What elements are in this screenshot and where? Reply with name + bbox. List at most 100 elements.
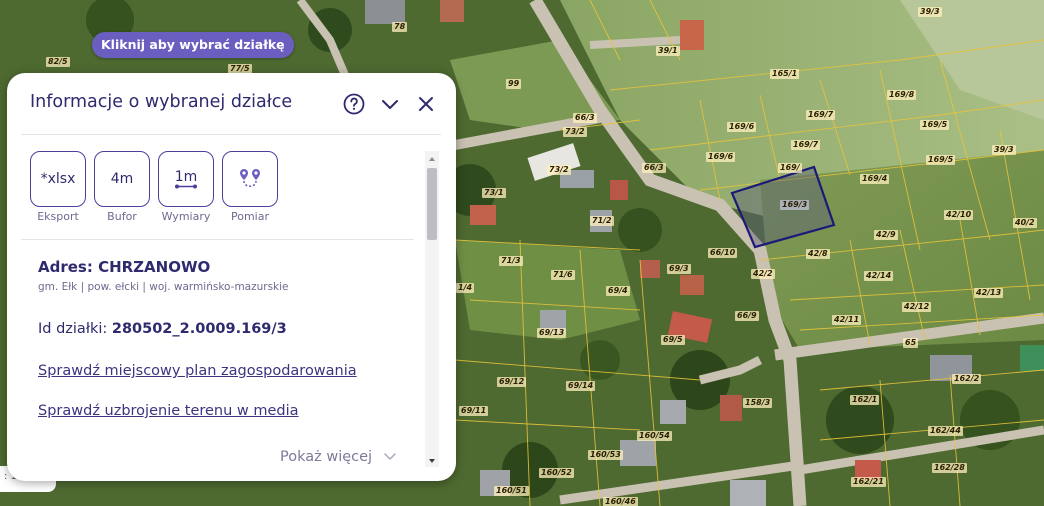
close-button[interactable] (414, 92, 438, 116)
parcel-number-label: 162/1 (850, 395, 880, 405)
parcel-number-label: 82/5 (46, 57, 70, 67)
parcel-number-label: 73/1 (482, 188, 506, 198)
parcel-number-label: 169/ (778, 163, 802, 173)
parcel-number-label: 169/5 (920, 120, 950, 130)
buffer-tool[interactable]: 4m Bufor (94, 151, 150, 223)
scroll-up-arrow-icon (429, 157, 435, 161)
parcel-number-label: 169/7 (791, 140, 821, 150)
parcel-number-label: 162/2 (952, 374, 982, 384)
address-admin-units: gm. Ełk | pow. ełcki | woj. warmińsko-ma… (38, 281, 289, 293)
parcel-number-label: 158/3 (743, 398, 773, 408)
parcel-number-label: 40/2 (1013, 218, 1037, 228)
address-heading: Adres: CHRZANOWO (38, 258, 211, 276)
parcel-number-label: 169/3 (780, 200, 810, 210)
parcel-number-label: 169/4 (860, 174, 890, 184)
panel-header: Informacje o wybranej działce (7, 73, 456, 135)
export-tool[interactable]: *xlsx Eksport (30, 151, 86, 223)
parcel-number-label: 42/11 (832, 315, 862, 325)
dimensions-icon: 1m (174, 168, 198, 185)
parcel-number-label: 71/6 (551, 270, 575, 280)
measure-label: Pomiar (230, 210, 269, 223)
panel-body: *xlsx Eksport 4m Bufor 1m Wymiary Pomiar… (7, 135, 425, 481)
parcel-id-label: Id działki: (38, 321, 112, 337)
parcel-number-label: 42/12 (902, 302, 932, 312)
measure-tool[interactable]: Pomiar (222, 151, 278, 223)
parcel-number-label: 69/14 (566, 381, 596, 391)
close-icon (419, 97, 433, 111)
parcel-number-label: 162/28 (932, 463, 967, 473)
parcel-number-label: 99 (506, 79, 522, 89)
scroll-down-button[interactable] (425, 453, 439, 467)
parcel-number-label: 42/14 (864, 271, 894, 281)
scroll-down-arrow-icon (429, 459, 435, 463)
parcel-number-label: 73/2 (547, 165, 571, 175)
parcel-number-label: 169/8 (887, 90, 917, 100)
parcel-number-label: 162/21 (851, 477, 886, 487)
buffer-label: Bufor (107, 210, 137, 223)
parcel-number-label: 69/5 (661, 335, 685, 345)
parcel-number-label: 39/1 (656, 46, 680, 56)
dimension-line-icon (175, 184, 197, 188)
parcel-number-label: 66/10 (708, 248, 738, 258)
parcel-id-row: Id działki: 280502_2.0009.169/3 (38, 321, 287, 337)
show-more-button[interactable]: Pokaż więcej (280, 449, 397, 465)
parcel-number-label: 71/3 (499, 256, 523, 266)
chevron-down-icon (383, 453, 396, 461)
parcel-number-label: 39/3 (918, 7, 942, 17)
parcel-number-label: 39/3 (992, 145, 1016, 155)
parcel-number-label: 169/6 (727, 122, 757, 132)
show-more-label: Pokaż więcej (280, 449, 373, 465)
export-xlsx-button[interactable]: *xlsx (30, 151, 86, 207)
tools-divider (21, 239, 414, 240)
parcel-number-label: 169/7 (806, 110, 836, 120)
zoning-plan-link[interactable]: Sprawdź miejscowy plan zagospodarowania (38, 363, 357, 379)
parcel-number-label: 160/54 (637, 431, 672, 441)
chevron-down-icon (382, 100, 398, 109)
parcel-id-value: 280502_2.0009.169/3 (111, 321, 287, 337)
parcel-number-label: 69/3 (667, 264, 691, 274)
parcel-number-label: 1/4 (456, 283, 475, 293)
panel-title: Informacje o wybranej działce (30, 92, 293, 112)
parcel-number-label: 71/2 (590, 216, 614, 226)
select-parcel-tooltip: Kliknij aby wybrać działkę (92, 32, 294, 58)
parcel-number-label: 66/3 (573, 113, 597, 123)
parcel-number-label: 42/13 (974, 288, 1004, 298)
parcel-info-panel: Informacje o wybranej działce *xlsx Eksp… (7, 73, 456, 481)
parcel-number-label: 73/2 (563, 127, 587, 137)
buffer-button[interactable]: 4m (94, 151, 150, 207)
parcel-number-label: 69/13 (537, 328, 567, 338)
parcel-number-label: 169/6 (706, 152, 736, 162)
dimensions-label: Wymiary (161, 210, 211, 223)
parcel-number-label: 69/4 (606, 286, 630, 296)
parcel-number-label: 160/46 (603, 497, 638, 506)
parcel-number-label: 160/53 (588, 450, 623, 460)
measure-points-icon (240, 169, 260, 188)
parcel-number-label: 160/52 (539, 468, 574, 478)
parcel-number-label: 66/9 (735, 311, 759, 321)
buffer-icon: 4m (110, 171, 134, 187)
parcel-number-label: 69/11 (459, 406, 489, 416)
measure-button[interactable] (222, 151, 278, 207)
parcel-number-label: 169/5 (926, 155, 956, 165)
parcel-number-label: 65 (903, 338, 919, 348)
utilities-link[interactable]: Sprawdź uzbrojenie terenu w media (38, 403, 299, 419)
dimensions-tool[interactable]: 1m Wymiary (158, 151, 214, 223)
dimensions-button[interactable]: 1m (158, 151, 214, 207)
collapse-button[interactable] (378, 92, 402, 116)
scroll-up-button[interactable] (425, 151, 439, 165)
question-circle-icon (343, 93, 365, 115)
parcel-number-label: 69/12 (497, 377, 527, 387)
xlsx-icon: *xlsx (40, 171, 76, 187)
parcel-number-label: 42/9 (874, 230, 898, 240)
parcel-number-label: 66/3 (642, 163, 666, 173)
export-label: Eksport (37, 210, 79, 223)
parcel-number-label: 78 (392, 22, 408, 32)
parcel-number-label: 160/51 (494, 486, 529, 496)
parcel-number-label: 42/10 (944, 210, 974, 220)
help-button[interactable] (342, 92, 366, 116)
parcel-number-label: 162/44 (928, 426, 963, 436)
scroll-thumb[interactable] (427, 168, 437, 240)
parcel-number-label: 42/2 (751, 269, 775, 279)
panel-scrollbar[interactable] (425, 151, 439, 467)
parcel-number-label: 165/1 (770, 69, 800, 79)
